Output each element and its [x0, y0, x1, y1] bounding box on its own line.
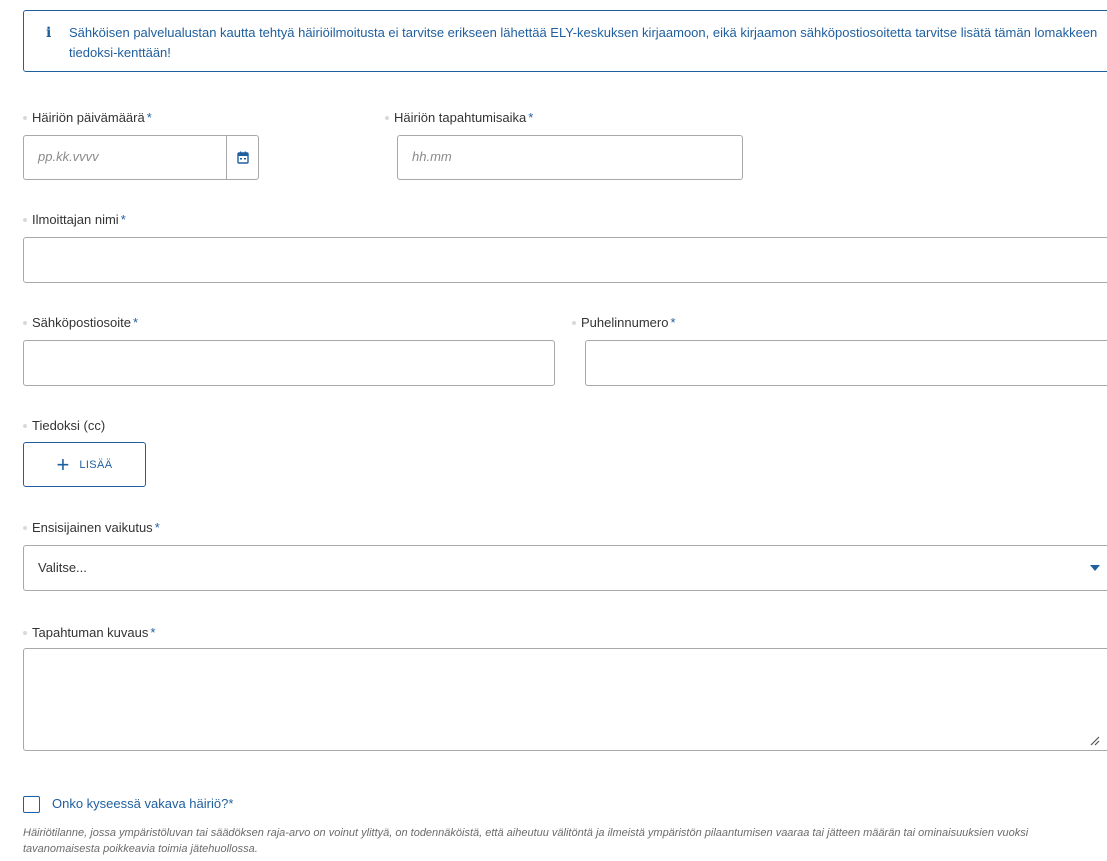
description-label: Tapahtuman kuvaus *: [23, 625, 155, 640]
description-textarea[interactable]: [23, 648, 1107, 751]
serious-help-text: Häiriötilanne, jossa ympäristöluvan tai …: [23, 827, 1029, 855]
date-placeholder: pp.kk.vvvv: [38, 149, 99, 164]
time-placeholder: hh.mm: [412, 149, 452, 164]
serious-checkbox[interactable]: [23, 796, 40, 813]
add-cc-label: LISÄÄ: [79, 458, 113, 471]
chevron-down-icon[interactable]: [1090, 565, 1100, 571]
name-label: Ilmoittajan nimi *: [23, 212, 126, 227]
notice-text: Sähköisen palvelualustan kautta tehtyä h…: [69, 25, 1098, 60]
calendar-icon[interactable]: [226, 136, 258, 179]
info-icon: i: [46, 25, 52, 41]
impact-label: Ensisijainen vaikutus *: [23, 520, 160, 535]
time-label: Häiriön tapahtumisaika *: [385, 110, 533, 125]
time-input[interactable]: hh.mm: [397, 135, 743, 180]
add-cc-button[interactable]: + LISÄÄ: [23, 442, 146, 487]
email-input[interactable]: [23, 340, 555, 386]
date-label: Häiriön päivämäärä *: [23, 110, 152, 125]
impact-selected-value: Valitse...: [38, 560, 87, 575]
phone-input[interactable]: [585, 340, 1107, 386]
impact-select[interactable]: Valitse...: [23, 545, 1107, 591]
cc-label: Tiedoksi (cc): [23, 418, 105, 433]
email-label: Sähköpostiosoite *: [23, 315, 138, 330]
phone-label: Puhelinnumero *: [572, 315, 676, 330]
plus-icon: +: [56, 451, 70, 477]
name-input[interactable]: [23, 237, 1107, 283]
resize-handle-icon[interactable]: [1090, 736, 1100, 746]
info-notice: i Sähköisen palvelualustan kautta tehtyä…: [23, 10, 1107, 72]
serious-label[interactable]: Onko kyseessä vakava häiriö?*: [52, 796, 233, 811]
date-input[interactable]: pp.kk.vvvv: [23, 135, 259, 180]
